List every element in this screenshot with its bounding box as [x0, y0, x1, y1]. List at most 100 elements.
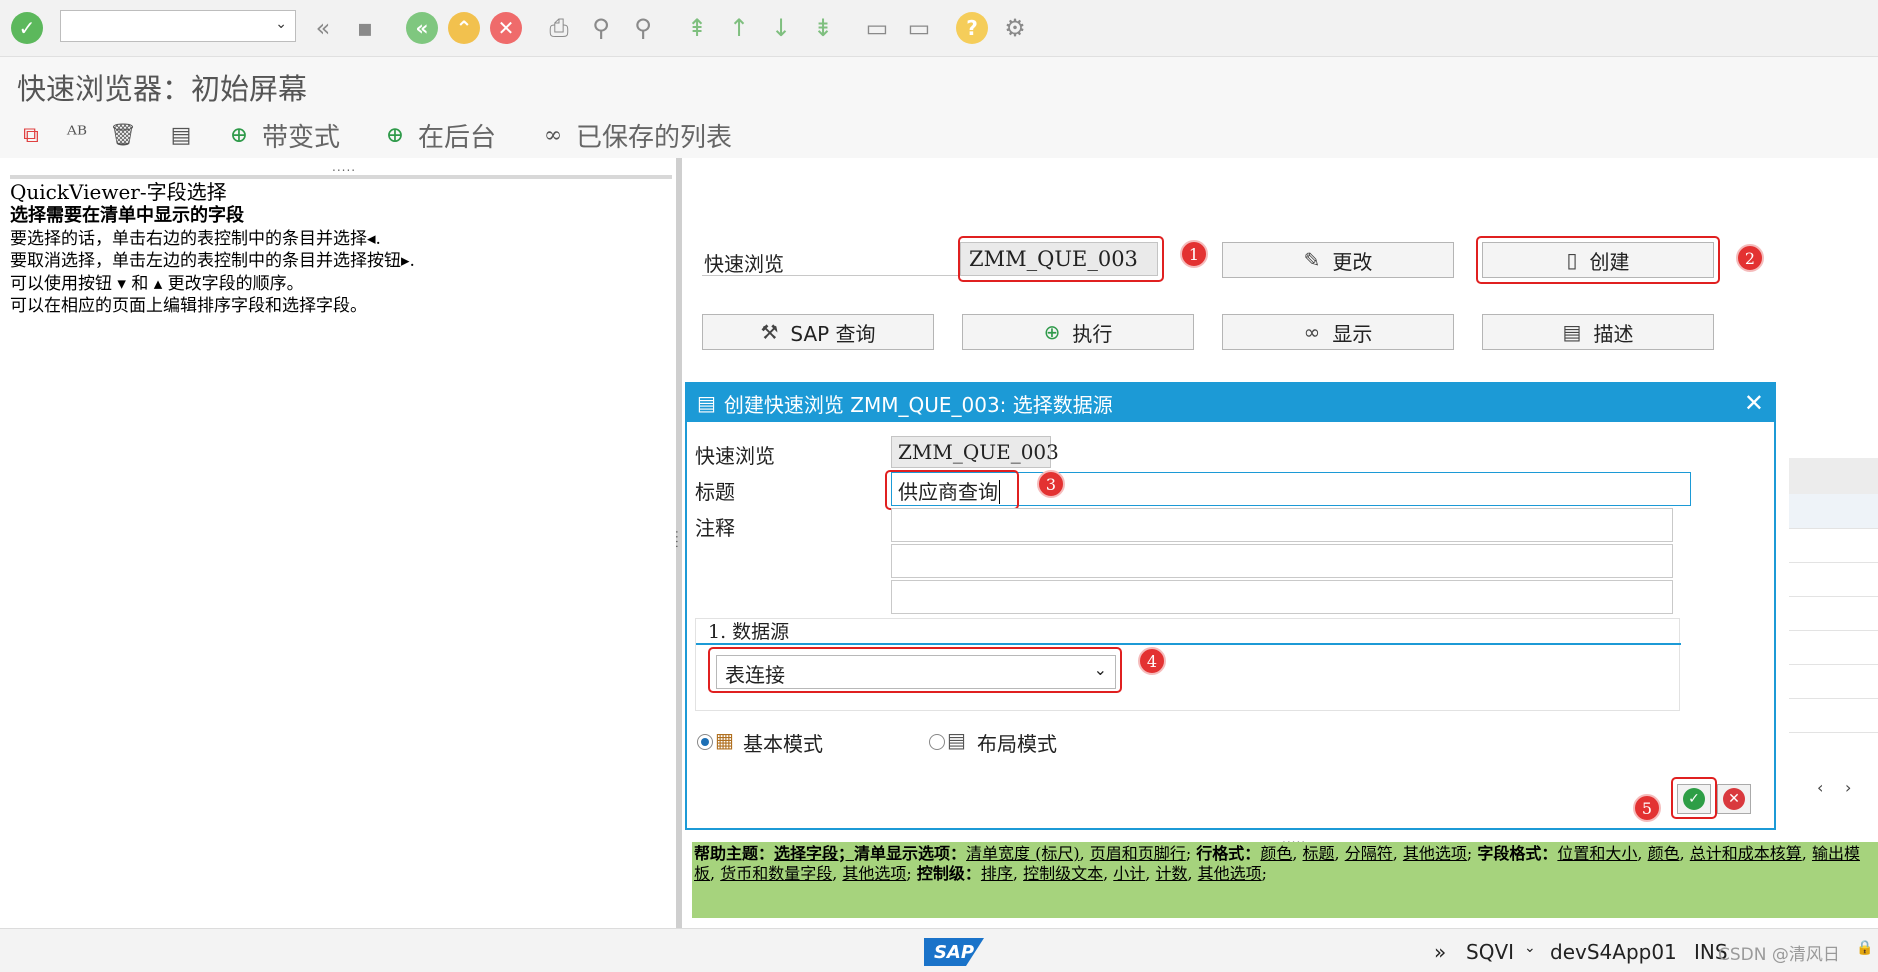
- table-row[interactable]: [1789, 698, 1878, 733]
- help-heading: QuickViewer-字段选择: [10, 180, 227, 204]
- sap-query-button[interactable]: ⚒ SAP 查询: [702, 314, 934, 350]
- splitter-handle[interactable]: .....: [332, 160, 356, 174]
- help-link[interactable]: 分隔符: [1345, 844, 1393, 863]
- display-button[interactable]: ∞ 显示: [1222, 314, 1454, 350]
- last-page-icon[interactable]: ⇟: [806, 10, 840, 46]
- step-badge: 1: [1180, 240, 1208, 268]
- transport-button[interactable]: ▤: [166, 112, 204, 158]
- print-icon[interactable]: ⎙: [542, 10, 576, 46]
- table-row[interactable]: [1789, 562, 1878, 597]
- sap-query-label: SAP 查询: [790, 321, 876, 346]
- help-link[interactable]: 其他选项: [1403, 844, 1467, 863]
- table-row[interactable]: [1789, 494, 1878, 529]
- help-line: 要取消选择，单击左边的表控制中的条目并选择按钮▸.: [10, 251, 415, 271]
- chevron-down-icon[interactable]: ⌄: [1524, 940, 1536, 956]
- highlight-box: [885, 470, 1019, 510]
- layout-mode-label: 布局模式: [977, 732, 1057, 756]
- step-badge: 4: [1138, 647, 1166, 675]
- saved-lists-button[interactable]: ∞ 已保存的列表: [538, 112, 732, 158]
- copy-button[interactable]: ⧉: [16, 112, 54, 158]
- execute-button[interactable]: ⊕ 执行: [962, 314, 1194, 350]
- scroll-left-icon[interactable]: ‹: [1817, 778, 1823, 797]
- table-row[interactable]: [1789, 664, 1878, 699]
- scroll-right-icon[interactable]: ›: [1845, 778, 1851, 797]
- application-toolbar: ⧉ ᴬᴮ 🗑 ▤ ⊕ 带变式 ⊕ 在后台 ∞ 已保存的列表: [0, 112, 1878, 159]
- cancel-icon[interactable]: ✕: [490, 12, 522, 44]
- find-next-icon[interactable]: ⚲: [626, 10, 660, 46]
- description-icon: ▤: [1562, 320, 1582, 344]
- help-link[interactable]: 颜色: [1260, 844, 1292, 863]
- transaction-code[interactable]: SQVI: [1466, 940, 1514, 964]
- glasses-icon: ∞: [1303, 320, 1321, 344]
- section-divider: [696, 643, 1681, 645]
- system-toolbar: ✓ ⌄ « ▪ « ⌃ ✕ ⎙ ⚲ ⚲ ⇞ ↑ ↓ ⇟ ▭ ▭ ? ⚙: [0, 0, 1878, 57]
- back-green-icon[interactable]: «: [406, 12, 438, 44]
- help-link[interactable]: 其他选项: [842, 864, 906, 883]
- shortcut-icon[interactable]: ▭: [902, 10, 936, 46]
- chevron-down-icon[interactable]: ⌄: [275, 16, 287, 32]
- help-link[interactable]: 控制级文本: [1023, 864, 1103, 883]
- background-label: 在后台: [418, 122, 497, 153]
- new-session-icon[interactable]: ▭: [860, 10, 894, 46]
- change-button[interactable]: ✎ 更改: [1222, 242, 1454, 278]
- comment-input-1[interactable]: [891, 508, 1673, 542]
- expand-icon[interactable]: »: [1434, 940, 1446, 964]
- help-icon[interactable]: ?: [956, 12, 988, 44]
- back-icon[interactable]: «: [306, 10, 340, 46]
- help-line: 可以在相应的页面上编辑排序字段和选择字段。: [10, 296, 367, 316]
- describe-button[interactable]: ▤ 描述: [1482, 314, 1714, 350]
- help-link[interactable]: 其他选项: [1198, 864, 1262, 883]
- cancel-icon: ✕: [1723, 788, 1745, 810]
- exit-icon[interactable]: ⌃: [448, 12, 480, 44]
- background-table: ‹ ›: [1789, 458, 1878, 797]
- prev-page-icon[interactable]: ↑: [722, 10, 756, 46]
- glasses-icon: ∞: [543, 122, 563, 148]
- with-variant-button[interactable]: ⊕ 带变式: [224, 112, 340, 158]
- execute-label: 执行: [1072, 321, 1113, 346]
- help-line: 要选择的话，单击右边的表控制中的条目并选择◂.: [10, 228, 381, 249]
- trash-icon: 🗑: [109, 122, 137, 148]
- help-category: 字段格式：: [1477, 844, 1558, 863]
- help-link[interactable]: 选择字段；: [774, 844, 854, 863]
- create-quickview-dialog: ▤ 创建快速浏览 ZMM_QUE_003: 选择数据源 ✕ 快速浏览 ZMM_Q…: [685, 382, 1776, 830]
- background-button[interactable]: ⊕ 在后台: [380, 112, 496, 158]
- save-icon[interactable]: ▪: [348, 10, 382, 46]
- cancel-button[interactable]: ✕: [1717, 784, 1751, 814]
- delete-button[interactable]: 🗑: [108, 112, 146, 158]
- help-link[interactable]: 颜色: [1648, 844, 1680, 863]
- comment-input-2[interactable]: [891, 544, 1673, 578]
- help-link[interactable]: 总计和成本核算: [1690, 844, 1802, 863]
- help-link[interactable]: 小计: [1113, 864, 1145, 883]
- command-field[interactable]: ⌄: [60, 10, 296, 42]
- help-category: 清单显示选项：: [854, 844, 967, 863]
- find-icon[interactable]: ⚲: [584, 10, 618, 46]
- first-page-icon[interactable]: ⇞: [680, 10, 714, 46]
- basic-mode-radio[interactable]: [697, 734, 713, 750]
- basic-mode-icon: ▦: [715, 728, 734, 752]
- dialog-quickview-label: 快速浏览: [695, 444, 775, 468]
- help-link[interactable]: 标题: [1303, 844, 1335, 863]
- step-badge: 3: [1037, 470, 1065, 498]
- comment-input-3[interactable]: [891, 580, 1673, 614]
- table-row[interactable]: [1789, 596, 1878, 631]
- help-link[interactable]: 货币和数量字段: [720, 864, 832, 883]
- help-topics-text: 帮助主题：选择字段；清单显示选项：清单宽度 (标尺), 页眉和页脚行; 行格式：…: [694, 844, 1860, 883]
- layout-mode-radio[interactable]: [929, 734, 945, 750]
- help-link[interactable]: 排序: [981, 864, 1013, 883]
- change-label: 更改: [1332, 249, 1373, 274]
- execute-icon: ⊕: [1043, 320, 1061, 344]
- next-page-icon[interactable]: ↓: [764, 10, 798, 46]
- background-icon: ⊕: [385, 122, 405, 148]
- settings-icon[interactable]: ⚙: [998, 10, 1032, 46]
- close-icon[interactable]: ✕: [1744, 389, 1764, 417]
- rename-button[interactable]: ᴬᴮ: [62, 112, 100, 158]
- help-link[interactable]: 计数: [1155, 864, 1187, 883]
- help-link[interactable]: 清单宽度 (标尺): [966, 844, 1080, 863]
- table-row[interactable]: [1789, 630, 1878, 665]
- dialog-quickview-field[interactable]: ZMM_QUE_003: [891, 436, 1059, 468]
- table-row[interactable]: [1789, 528, 1878, 563]
- help-link[interactable]: 位置和大小: [1557, 844, 1637, 863]
- help-link[interactable]: 页眉和页脚行: [1090, 844, 1186, 863]
- enter-icon[interactable]: ✓: [11, 12, 43, 44]
- dialog-icon: ▤: [697, 391, 716, 415]
